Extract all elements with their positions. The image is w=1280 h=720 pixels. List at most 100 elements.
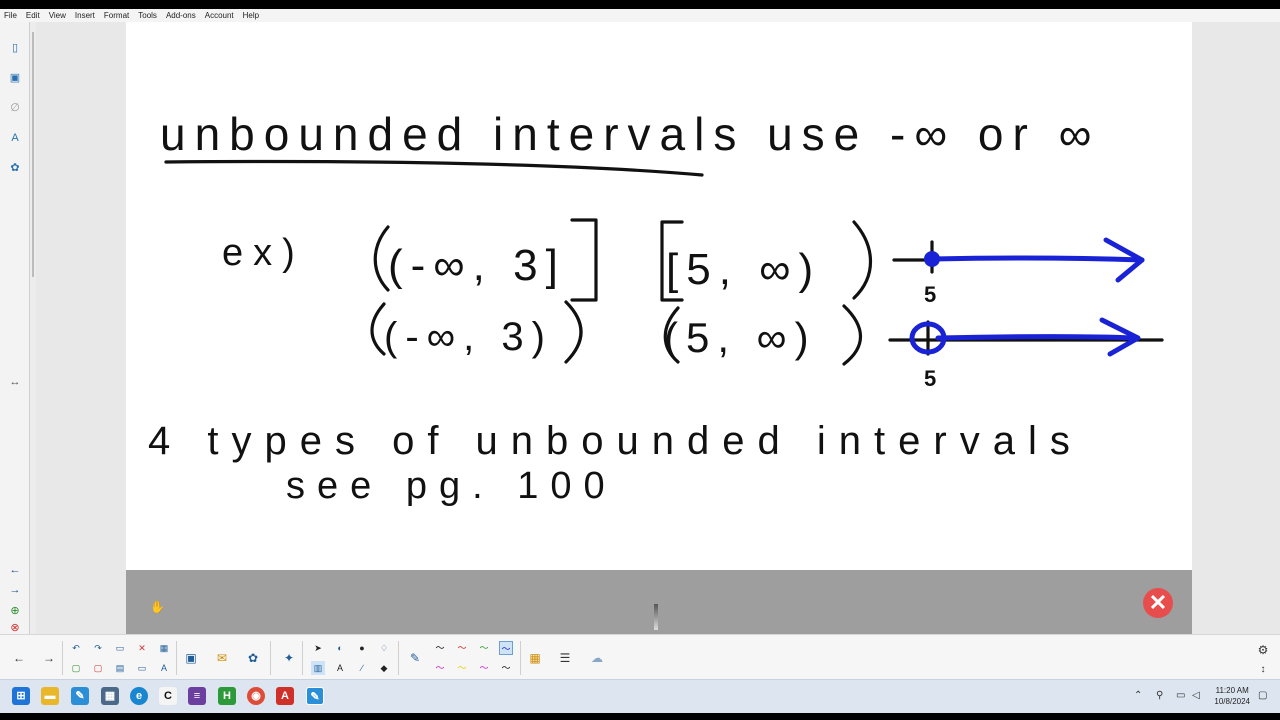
notebook-app-icon[interactable]: ✎ (71, 687, 89, 705)
pen-red-icon[interactable]: 〜 (455, 641, 469, 655)
shapes-icon[interactable]: ◐ (333, 641, 347, 655)
gallery-icon[interactable]: ▣ (7, 70, 23, 86)
delete-page-icon[interactable]: ⊗ (7, 622, 23, 634)
c-app-icon[interactable]: C (159, 687, 177, 705)
pen-icon[interactable]: ✎ (406, 649, 424, 667)
fill-icon[interactable]: ● (355, 641, 369, 655)
off-page-area: ✋ ✕ (126, 570, 1192, 634)
select-icon[interactable]: ➤ (311, 641, 325, 655)
notebook-active-icon[interactable]: ✎ (306, 687, 324, 705)
number-line-1-label: 5 (924, 282, 936, 307)
paren-open-2 (370, 302, 386, 356)
menu-help[interactable]: Help (243, 11, 259, 20)
undo-icon[interactable]: ↶ (69, 641, 83, 655)
left-sidebar: ▯ ▣ ∅ A ✿ ↔ ← → ⊕ ⊗ (0, 22, 30, 634)
magic-pen-icon[interactable]: ♢ (377, 641, 391, 655)
example-label: ex) (222, 232, 305, 274)
previous-page-icon[interactable]: ← (7, 562, 23, 578)
pen-magenta-icon[interactable]: 〜 (433, 661, 447, 675)
number-line-2-label: 5 (924, 366, 936, 391)
workspace: unbounded intervals use -∞ or ∞ ex) (-∞,… (36, 22, 1280, 634)
add-page-icon[interactable]: ▢ (69, 661, 83, 675)
menu-file[interactable]: File (4, 11, 17, 20)
paren-close-2 (564, 300, 583, 364)
resize-arrows-icon[interactable]: ↔ (7, 374, 23, 390)
example-4: (5, ∞) (664, 314, 817, 361)
menu-insert[interactable]: Insert (75, 11, 95, 20)
insert-icon[interactable]: ✉ (213, 649, 231, 667)
pen-dash-icon[interactable]: 〜 (499, 661, 513, 675)
properties-icon[interactable]: A (7, 130, 23, 146)
network-icon[interactable]: ▭ (1176, 690, 1185, 701)
clock[interactable]: 11:20 AM 10/8/2024 (1214, 685, 1250, 707)
example-3: [5, ∞) (666, 245, 821, 294)
add-page-icon[interactable]: ⊕ (7, 603, 23, 619)
pen-blue-icon[interactable]: 〜 (499, 641, 513, 655)
paren-close-3 (852, 220, 873, 300)
notifications-icon[interactable]: ▢ (1258, 690, 1267, 701)
delete-icon[interactable]: ✕ (135, 641, 149, 655)
add-ons-icon[interactable]: ✿ (7, 160, 23, 176)
chrome-icon[interactable]: ◉ (247, 687, 265, 705)
file-explorer-icon[interactable]: ▬ (41, 687, 59, 705)
remove-page-icon[interactable]: ▢ (91, 661, 105, 675)
paren-open-1 (373, 225, 390, 292)
color-grid-icon[interactable]: ▦ (526, 649, 544, 667)
calculator-icon[interactable]: ▦ (101, 687, 119, 705)
pen-pink-icon[interactable]: 〜 (477, 661, 491, 675)
mouse-cursor (654, 604, 658, 630)
clear-icon[interactable]: ▭ (113, 641, 127, 655)
line-icon[interactable]: ∕ (355, 661, 369, 675)
menu-edit[interactable]: Edit (26, 11, 40, 20)
next-page-icon[interactable]: → (40, 649, 58, 667)
hand-pointer-icon: ✋ (150, 600, 165, 614)
screen-shade-icon[interactable]: ▭ (135, 661, 149, 675)
text-format-icon[interactable]: A (157, 661, 171, 675)
redo-icon[interactable]: ↷ (91, 641, 105, 655)
add-ons-icon[interactable]: ✿ (244, 649, 262, 667)
notebook-page[interactable]: unbounded intervals use -∞ or ∞ ex) (-∞,… (126, 22, 1192, 570)
start-icon[interactable]: ⊞ (12, 687, 30, 705)
pen-black-icon[interactable]: 〜 (433, 641, 447, 655)
settings-icon[interactable]: ⚙ (1254, 641, 1272, 659)
microphone-icon[interactable]: ⚲ (1156, 690, 1163, 701)
menu-view[interactable]: View (49, 11, 66, 20)
line-style-icon[interactable]: ☰ (556, 649, 574, 667)
menu-tools[interactable]: Tools (138, 11, 157, 20)
pen-yellow-icon[interactable]: 〜 (455, 661, 469, 675)
save-icon[interactable]: ▤ (113, 661, 127, 675)
blank-page-icon[interactable]: ▣ (182, 649, 200, 667)
smart-notebook-window: File Edit View Insert Format Tools Add-o… (0, 9, 1280, 713)
number-line-1-ray (929, 255, 1145, 263)
clock-date: 10/8/2024 (1214, 697, 1250, 706)
menu-add-ons[interactable]: Add-ons (166, 11, 196, 20)
paren-close-4 (842, 304, 862, 366)
eraser-icon[interactable]: ◆ (377, 661, 391, 675)
heading-underline (164, 159, 704, 177)
menu-account[interactable]: Account (205, 11, 234, 20)
pen-green-icon[interactable]: 〜 (477, 641, 491, 655)
stacked-app-icon[interactable]: ≡ (188, 687, 206, 705)
text-icon[interactable]: A (333, 661, 347, 675)
next-page-icon[interactable]: → (7, 582, 23, 598)
previous-page-icon[interactable]: ← (10, 649, 28, 667)
bottom-toolbar: ← → ↶ ↷ ▭ ✕ ▦ ▢ ▢ ▤ ▭ A ▣ ✉ ✿ ✦ ➤ ◐ ● ♢ … (0, 634, 1280, 679)
acrobat-icon[interactable]: A (276, 687, 294, 705)
properties-icon[interactable]: ☁ (588, 649, 606, 667)
menu-format[interactable]: Format (104, 11, 129, 20)
table-icon[interactable]: ▦ (157, 641, 171, 655)
close-button[interactable]: ✕ (1143, 588, 1173, 618)
toolbar-move-icon[interactable]: ↕ (1254, 661, 1272, 679)
multi-select-icon[interactable]: ▥ (311, 661, 325, 675)
h-app-icon[interactable]: H (218, 687, 236, 705)
page-sorter-icon[interactable]: ▯ (7, 40, 23, 56)
handwriting-canvas: unbounded intervals use -∞ or ∞ ex) (-∞,… (148, 108, 1164, 507)
attachments-icon[interactable]: ∅ (7, 100, 23, 116)
bracket-close-1 (570, 218, 598, 302)
tray-chevron-icon[interactable]: ⌃ (1134, 690, 1142, 701)
puzzle-icon[interactable]: ✦ (280, 649, 298, 667)
volume-icon[interactable]: ◁ (1192, 690, 1200, 701)
example-1: (-∞, 3] (388, 241, 566, 290)
closed-dot (924, 251, 940, 267)
edge-icon[interactable]: e (130, 687, 148, 705)
